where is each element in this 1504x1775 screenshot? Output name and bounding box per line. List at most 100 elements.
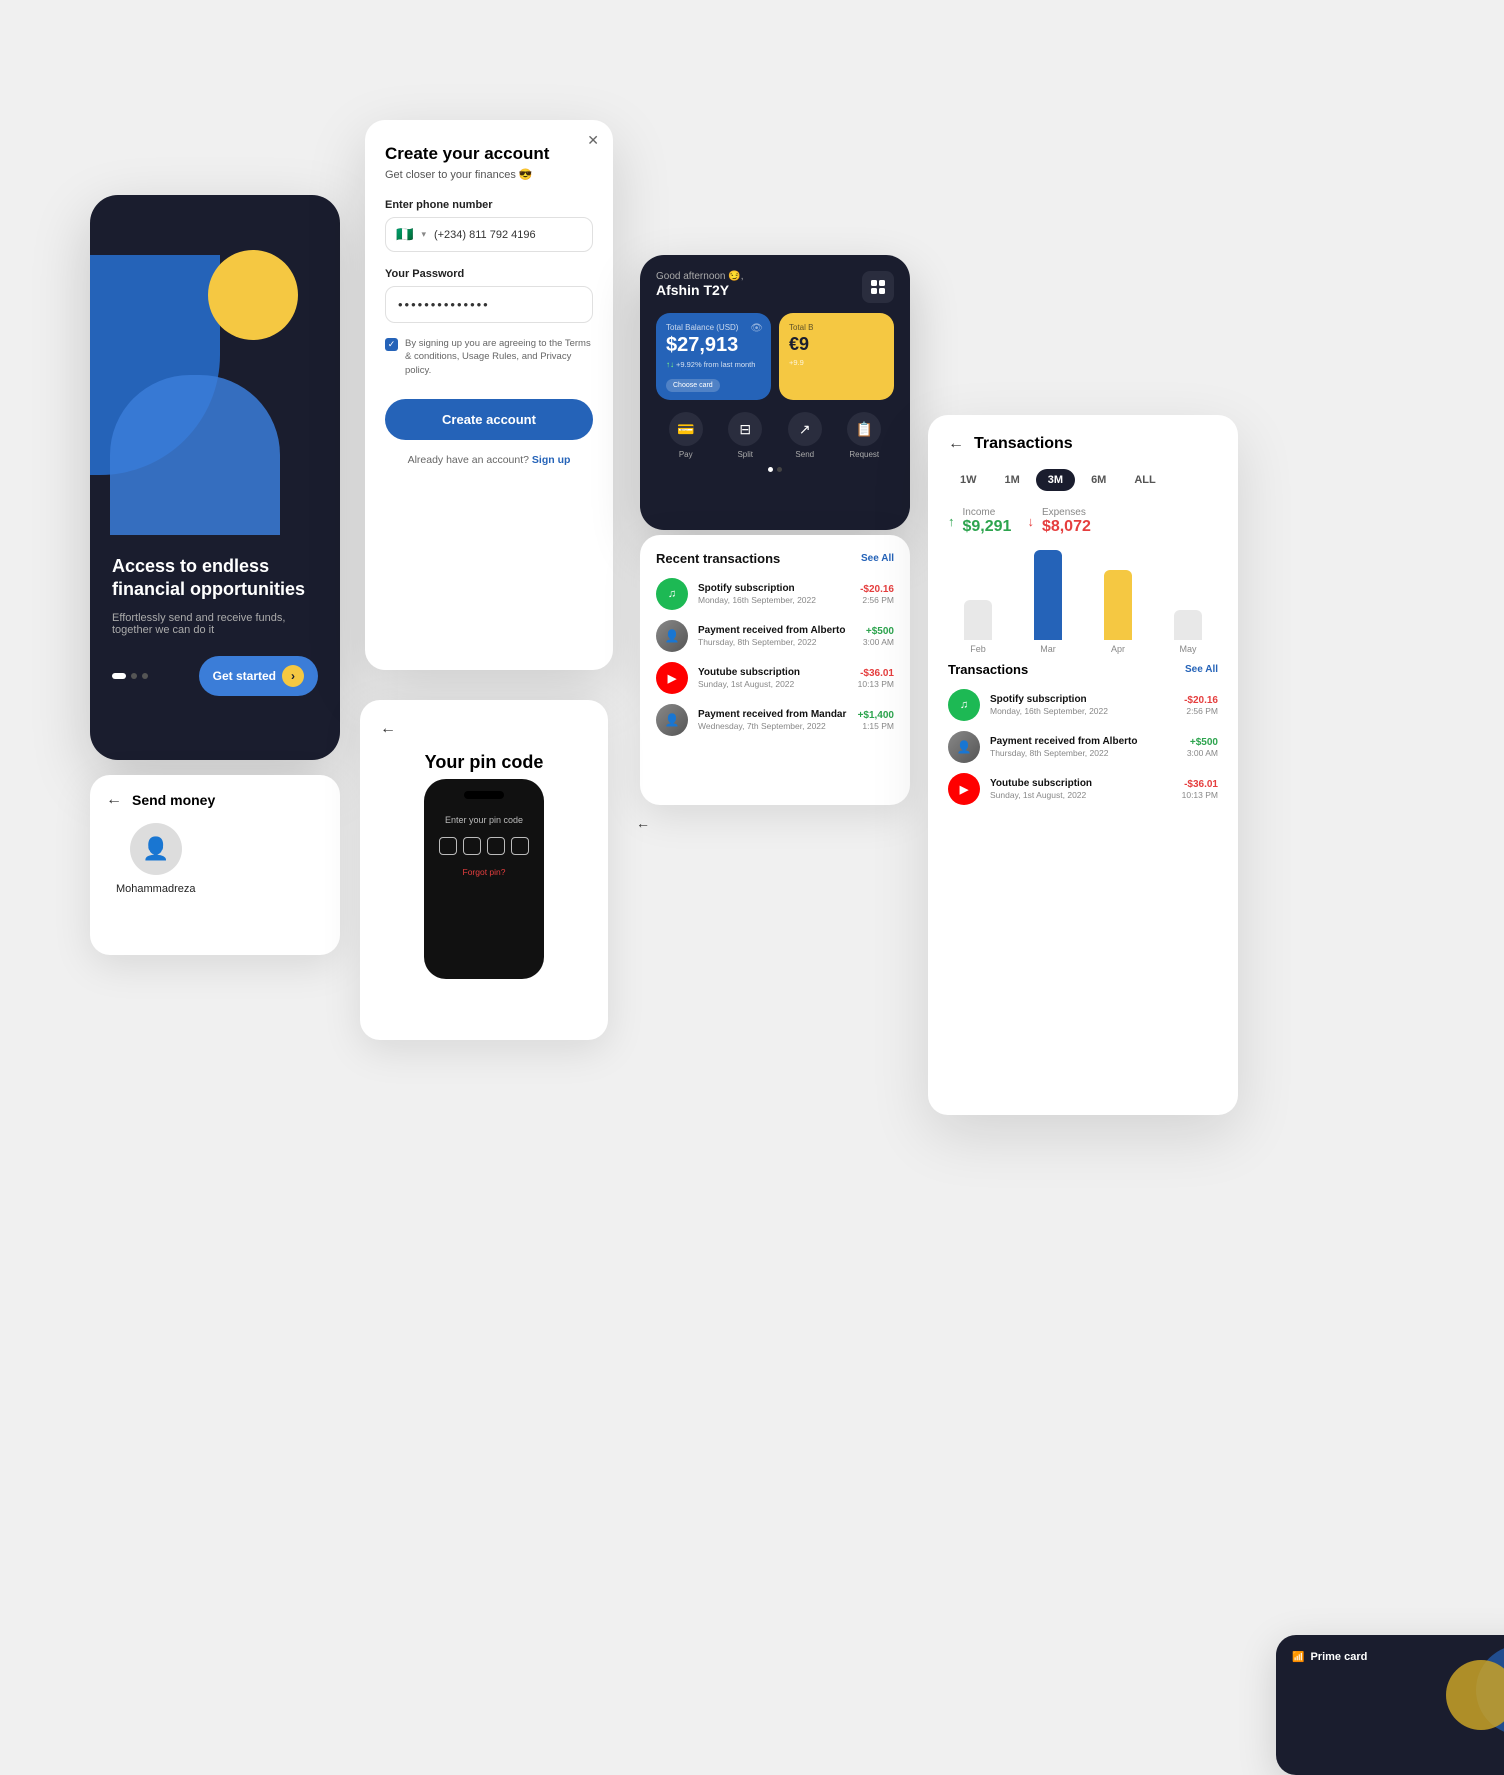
see-all-link[interactable]: See All bbox=[861, 553, 894, 564]
period-tab-6m[interactable]: 6M bbox=[1079, 469, 1118, 491]
pay-label: Pay bbox=[679, 450, 693, 459]
txn-date: Sunday, 1st August, 2022 bbox=[698, 679, 848, 689]
signin-link[interactable]: Sign up bbox=[532, 454, 571, 466]
onboarding-bottom-row: Get started › bbox=[112, 656, 318, 696]
txn-date: Sunday, 1st August, 2022 bbox=[990, 790, 1172, 800]
period-tab-1m[interactable]: 1M bbox=[993, 469, 1032, 491]
dashboard-pagination bbox=[656, 467, 894, 472]
phone-frame: Enter your pin code Forgot pin? bbox=[424, 779, 544, 979]
send-money-title: Send money bbox=[132, 792, 215, 808]
onboarding-card: Access to endless financial opportunitie… bbox=[90, 195, 340, 760]
back-arrow-icon[interactable]: ← bbox=[948, 435, 964, 453]
action-request[interactable]: 📋 Request bbox=[847, 412, 881, 459]
analytics-see-all-link[interactable]: See All bbox=[1185, 664, 1218, 675]
txn-amount: +$500 bbox=[863, 626, 894, 637]
txn-right: -$36.01 10:13 PM bbox=[1182, 779, 1218, 800]
terms-checkbox[interactable] bbox=[385, 338, 398, 351]
dashboard-actions: 💳 Pay ⊟ Split ↗ Send 📋 Request bbox=[656, 412, 894, 459]
pin-code-title: Your pin code bbox=[425, 752, 544, 773]
grid-inner bbox=[871, 280, 885, 294]
dot-1 bbox=[112, 673, 126, 679]
period-tab-1w[interactable]: 1W bbox=[948, 469, 989, 491]
analytics-transaction-item: ▶ Youtube subscription Sunday, 1st Augus… bbox=[948, 773, 1218, 805]
eye-icon[interactable]: 👁 bbox=[750, 323, 763, 334]
txn-amount: -$20.16 bbox=[860, 584, 894, 595]
usd-balance-card: 👁 Total Balance (USD) $27,913 ↑↓ +9.92% … bbox=[656, 313, 771, 400]
txn-info: Payment received from Mandar Wednesday, … bbox=[698, 709, 848, 731]
get-started-button[interactable]: Get started › bbox=[199, 656, 318, 696]
contact-avatar: 👤 bbox=[130, 823, 182, 875]
txn-time: 2:56 PM bbox=[1184, 706, 1218, 716]
period-tab-3m[interactable]: 3M bbox=[1036, 469, 1075, 491]
txn-name: Spotify subscription bbox=[698, 583, 850, 594]
bar-mar-label: Mar bbox=[1040, 644, 1056, 654]
bar-may-label: May bbox=[1179, 644, 1196, 654]
bar-apr: Apr bbox=[1088, 570, 1148, 654]
txn-right: -$20.16 2:56 PM bbox=[860, 584, 894, 605]
contact-name: Mohammadreza bbox=[116, 883, 195, 895]
txn-date: Monday, 16th September, 2022 bbox=[698, 595, 850, 605]
income-data: Income $9,291 bbox=[963, 507, 1012, 536]
income-expense-row: ↑ Income $9,291 ↓ Expenses $8,072 bbox=[948, 507, 1218, 536]
txn-amount: -$36.01 bbox=[1182, 779, 1218, 790]
usd-balance-change: ↑↓ +9.92% from last month bbox=[666, 360, 761, 369]
prime-card: 📶 Prime card bbox=[1276, 1635, 1504, 1775]
action-split[interactable]: ⊟ Split bbox=[728, 412, 762, 459]
usd-balance-label: Total Balance (USD) bbox=[666, 323, 761, 332]
pdot-1 bbox=[768, 467, 773, 472]
phone-input[interactable]: 🇳🇬 ▾ (+234) 811 792 4196 bbox=[385, 217, 593, 252]
income-amount: $9,291 bbox=[963, 518, 1012, 536]
prime-back-arrow-icon[interactable]: ← bbox=[636, 815, 650, 831]
dashboard-greeting-block: Good afternoon 😏, Afshin T2Y bbox=[656, 271, 744, 298]
txn-amount: -$20.16 bbox=[1184, 695, 1218, 706]
transaction-item: 👤 Payment received from Alberto Thursday… bbox=[656, 620, 894, 652]
wifi-icon: 📶 bbox=[1292, 1652, 1304, 1663]
send-back-arrow-icon[interactable]: ← bbox=[106, 791, 122, 809]
phone-number-text: (+234) 811 792 4196 bbox=[434, 229, 536, 241]
txn-right: +$1,400 1:15 PM bbox=[858, 710, 894, 731]
create-account-button[interactable]: Create account bbox=[385, 399, 593, 440]
txn-name: Spotify subscription bbox=[990, 694, 1174, 705]
signin-text: Already have an account? bbox=[408, 454, 529, 466]
terms-text: By signing up you are agreeing to the Te… bbox=[405, 337, 593, 377]
pin-box-3[interactable] bbox=[487, 837, 505, 855]
income-arrow-icon: ↑ bbox=[948, 514, 955, 529]
close-button[interactable]: ✕ bbox=[587, 132, 599, 149]
expense-label: Expenses bbox=[1042, 507, 1091, 518]
action-send[interactable]: ↗ Send bbox=[788, 412, 822, 459]
forgot-pin-link[interactable]: Forgot pin? bbox=[463, 867, 506, 877]
period-tab-all[interactable]: ALL bbox=[1122, 469, 1167, 491]
txn-right: +$500 3:00 AM bbox=[1187, 737, 1218, 758]
dashboard-name: Afshin T2Y bbox=[656, 282, 744, 298]
bar-feb-bar bbox=[964, 600, 992, 640]
balance-cards-row: 👁 Total Balance (USD) $27,913 ↑↓ +9.92% … bbox=[656, 313, 894, 400]
txn-time: 2:56 PM bbox=[860, 595, 894, 605]
eur-balance-change: +9.9 bbox=[789, 358, 884, 367]
txn-name: Payment received from Alberto bbox=[698, 625, 853, 636]
txn-info: Spotify subscription Monday, 16th Septem… bbox=[990, 694, 1174, 716]
onboarding-text-area: Access to endless financial opportunitie… bbox=[90, 535, 340, 714]
choose-card-button[interactable]: Choose card bbox=[666, 379, 720, 392]
pin-back-arrow-icon[interactable]: ← bbox=[380, 720, 396, 738]
pin-box-4[interactable] bbox=[511, 837, 529, 855]
spotify-icon-analytics: ♫ bbox=[948, 689, 980, 721]
contact-item: 👤 Mohammadreza bbox=[116, 823, 195, 895]
grid-icon[interactable] bbox=[862, 271, 894, 303]
pin-box-1[interactable] bbox=[439, 837, 457, 855]
eur-balance-label: Total B bbox=[789, 323, 884, 332]
dot-3 bbox=[142, 673, 148, 679]
txn-name: Payment received from Mandar bbox=[698, 709, 848, 720]
dashboard-greeting: Good afternoon 😏, bbox=[656, 271, 744, 282]
txn-amount: +$500 bbox=[1187, 737, 1218, 748]
pin-box-2[interactable] bbox=[463, 837, 481, 855]
txn-time: 1:15 PM bbox=[858, 721, 894, 731]
send-money-card: ← Send money 👤 Mohammadreza bbox=[90, 775, 340, 955]
transaction-item: ♫ Spotify subscription Monday, 16th Sept… bbox=[656, 578, 894, 610]
eur-balance-card: Total B €9 +9.9 bbox=[779, 313, 894, 400]
password-input[interactable]: •••••••••••••• bbox=[385, 286, 593, 323]
txn-name: Payment received from Alberto bbox=[990, 736, 1177, 747]
txn-date: Thursday, 8th September, 2022 bbox=[698, 637, 853, 647]
pay-icon: 💳 bbox=[669, 412, 703, 446]
action-pay[interactable]: 💳 Pay bbox=[669, 412, 703, 459]
analytics-transaction-item: 👤 Payment received from Alberto Thursday… bbox=[948, 731, 1218, 763]
